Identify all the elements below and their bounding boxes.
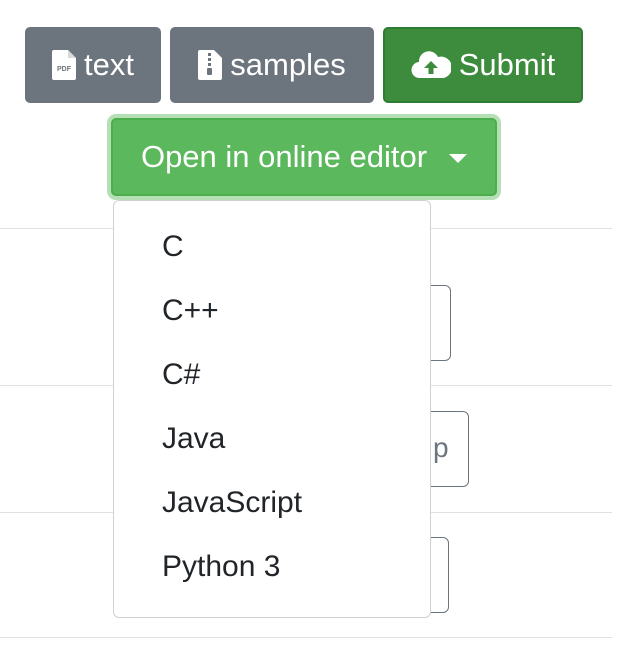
menu-item-csharp[interactable]: C# <box>114 343 430 407</box>
table-divider <box>0 637 612 638</box>
submit-button[interactable]: Submit <box>383 27 583 103</box>
samples-button-label: samples <box>230 47 346 82</box>
cloud-upload-icon <box>411 51 451 79</box>
text-button[interactable]: PDF text <box>25 27 161 103</box>
text-button-label: text <box>84 47 134 82</box>
page: p PDF text samples Submit Open in online… <box>0 0 634 650</box>
row-action-button-label: p <box>433 432 449 463</box>
caret-down-icon <box>449 153 468 163</box>
file-zip-icon <box>198 50 223 80</box>
menu-item-javascript[interactable]: JavaScript <box>114 471 430 535</box>
menu-item-cpp[interactable]: C++ <box>114 279 430 343</box>
menu-item-c[interactable]: C <box>114 215 430 279</box>
open-online-editor-label: Open in online editor <box>140 139 428 174</box>
menu-item-java[interactable]: Java <box>114 407 430 471</box>
editor-language-menu: C C++ C# Java JavaScript Python 3 <box>113 200 431 618</box>
submit-button-label: Submit <box>458 47 556 82</box>
samples-button[interactable]: samples <box>170 27 374 103</box>
file-pdf-icon: PDF <box>52 50 77 80</box>
menu-item-python3[interactable]: Python 3 <box>114 535 430 599</box>
svg-text:PDF: PDF <box>57 66 72 73</box>
open-online-editor-button[interactable]: Open in online editor <box>111 118 497 196</box>
